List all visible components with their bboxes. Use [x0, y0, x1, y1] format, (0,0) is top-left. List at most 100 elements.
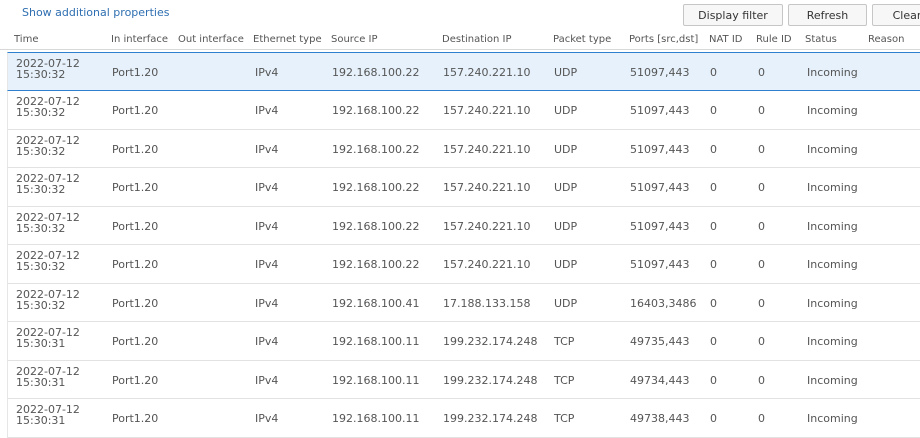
time-cell: 2022-07-12 15:30:32: [16, 135, 80, 157]
nat-id-cell: 0: [710, 219, 717, 233]
packet-type-cell: UDP: [554, 219, 578, 233]
column-header-reason[interactable]: Reason: [868, 34, 904, 45]
rule-id-cell: 0: [758, 66, 765, 79]
packet-type-cell: TCP: [554, 412, 575, 425]
ethernet-type-cell: IPv4: [255, 373, 279, 387]
packet-type-cell: UDP: [554, 296, 578, 310]
ports-cell: 49735,443: [630, 335, 690, 348]
nat-id-cell: 0: [710, 412, 717, 425]
ethernet-type-cell: IPv4: [255, 412, 279, 425]
rule-id-cell: 0: [758, 296, 765, 310]
destination-ip-cell: 157.240.221.10: [443, 258, 531, 271]
nat-id-cell: 0: [710, 296, 717, 310]
column-header-source-ip[interactable]: Source IP: [331, 34, 378, 45]
column-header-time[interactable]: Time: [14, 34, 38, 45]
status-cell: Incoming: [807, 104, 858, 117]
time-cell-clock: 15:30:32: [16, 106, 66, 119]
source-ip-cell: 192.168.100.11: [332, 412, 420, 425]
rule-id-cell: 0: [758, 181, 765, 194]
time-cell-clock: 15:30:31: [16, 375, 66, 389]
in-interface-cell: Port1.20: [112, 296, 159, 310]
status-cell: Incoming: [807, 219, 858, 233]
destination-ip-cell: 199.232.174.248: [443, 373, 538, 387]
nat-id-cell: 0: [710, 142, 717, 156]
ethernet-type-cell: IPv4: [255, 335, 279, 348]
column-header-out-interface[interactable]: Out interface: [178, 34, 244, 45]
time-cell-date: 2022-07-12: [16, 133, 80, 147]
ports-cell: 51097,443: [630, 66, 690, 79]
table-row[interactable]: 2022-07-12 15:30:32 Port1.20 IPv4 192.168.10…: [7, 52, 920, 91]
time-cell-clock: 15:30:32: [16, 144, 66, 158]
ports-cell: 51097,443: [630, 258, 690, 271]
rule-id-cell: 0: [758, 258, 765, 271]
time-cell-date: 2022-07-12: [16, 364, 80, 378]
table-row[interactable]: 2022-07-12 15:30:32 Port1.20 IPv4 192.168.10…: [7, 245, 920, 284]
column-header-ethernet-type[interactable]: Ethernet type: [253, 34, 322, 45]
time-cell-clock: 15:30:31: [16, 414, 66, 427]
column-header-destination-ip[interactable]: Destination IP: [442, 34, 512, 45]
nat-id-cell: 0: [710, 104, 717, 117]
destination-ip-cell: 199.232.174.248: [443, 335, 538, 348]
column-header-packet-type[interactable]: Packet type: [553, 34, 611, 45]
in-interface-cell: Port1.20: [112, 104, 159, 117]
in-interface-cell: Port1.20: [112, 412, 159, 425]
time-cell: 2022-07-12 15:30:32: [16, 96, 80, 118]
column-header-status[interactable]: Status: [805, 34, 837, 45]
ethernet-type-cell: IPv4: [255, 296, 279, 310]
refresh-button[interactable]: Refresh: [788, 4, 867, 26]
in-interface-cell: Port1.20: [112, 181, 159, 194]
time-cell: 2022-07-12 15:30:32: [16, 173, 80, 195]
status-cell: Incoming: [807, 181, 858, 194]
packet-type-cell: TCP: [554, 335, 575, 348]
in-interface-cell: Port1.20: [112, 335, 159, 348]
column-header-in-interface[interactable]: In interface: [111, 34, 168, 45]
source-ip-cell: 192.168.100.22: [332, 219, 420, 233]
status-cell: Incoming: [807, 142, 858, 156]
time-cell: 2022-07-12 15:30:32: [16, 212, 80, 234]
in-interface-cell: Port1.20: [112, 142, 159, 156]
column-header-nat-id[interactable]: NAT ID: [709, 34, 742, 45]
ethernet-type-cell: IPv4: [255, 104, 279, 117]
time-cell-clock: 15:30:32: [16, 221, 66, 235]
ethernet-type-cell: IPv4: [255, 142, 279, 156]
ethernet-type-cell: IPv4: [255, 219, 279, 233]
time-cell-clock: 15:30:32: [16, 298, 66, 312]
ports-cell: 51097,443: [630, 219, 690, 233]
table-row[interactable]: 2022-07-12 15:30:31 Port1.20 IPv4 192.168.10…: [7, 399, 920, 438]
clear-button[interactable]: Clear: [872, 4, 920, 26]
ethernet-type-cell: IPv4: [255, 258, 279, 271]
table-row[interactable]: 2022-07-12 15:30:32 Port1.20 IPv4 192.168.10…: [7, 206, 920, 245]
ports-cell: 49738,443: [630, 412, 690, 425]
time-cell-date: 2022-07-12: [16, 210, 80, 224]
table-row[interactable]: 2022-07-12 15:30:32 Port1.20 IPv4 192.168.10…: [7, 168, 920, 207]
time-cell-clock: 15:30:31: [16, 337, 66, 350]
table-row[interactable]: 2022-07-12 15:30:32 Port1.20 IPv4 192.168.10…: [7, 91, 920, 130]
column-header-rule-id[interactable]: Rule ID: [756, 34, 792, 45]
ports-cell: 49734,443: [630, 373, 690, 387]
nat-id-cell: 0: [710, 66, 717, 79]
packet-type-cell: UDP: [554, 142, 578, 156]
display-filter-button[interactable]: Display filter: [683, 4, 783, 26]
in-interface-cell: Port1.20: [112, 373, 159, 387]
table-row[interactable]: 2022-07-12 15:30:31 Port1.20 IPv4 192.168.10…: [7, 322, 920, 361]
table-header: Time In interface Out interface Ethernet…: [0, 30, 920, 50]
ethernet-type-cell: IPv4: [255, 66, 279, 79]
time-cell: 2022-07-12 15:30:32: [16, 250, 80, 272]
table-row[interactable]: 2022-07-12 15:30:32 Port1.20 IPv4 192.168.10…: [7, 283, 920, 322]
status-cell: Incoming: [807, 66, 858, 79]
status-cell: Incoming: [807, 373, 858, 387]
column-header-ports[interactable]: Ports [src,dst]: [629, 34, 698, 45]
time-cell-date: 2022-07-12: [16, 287, 80, 301]
source-ip-cell: 192.168.100.41: [332, 296, 420, 310]
nat-id-cell: 0: [710, 258, 717, 271]
table-row[interactable]: 2022-07-12 15:30:32 Port1.20 IPv4 192.168.10…: [7, 129, 920, 168]
rule-id-cell: 0: [758, 412, 765, 425]
source-ip-cell: 192.168.100.22: [332, 181, 420, 194]
table-row[interactable]: 2022-07-12 15:30:31 Port1.20 IPv4 192.168.10…: [7, 360, 920, 399]
show-additional-properties-link[interactable]: Show additional properties: [22, 6, 169, 19]
rule-id-cell: 0: [758, 335, 765, 348]
source-ip-cell: 192.168.100.11: [332, 335, 420, 348]
source-ip-cell: 192.168.100.22: [332, 258, 420, 271]
time-cell: 2022-07-12 15:30:31: [16, 327, 80, 349]
rule-id-cell: 0: [758, 373, 765, 387]
